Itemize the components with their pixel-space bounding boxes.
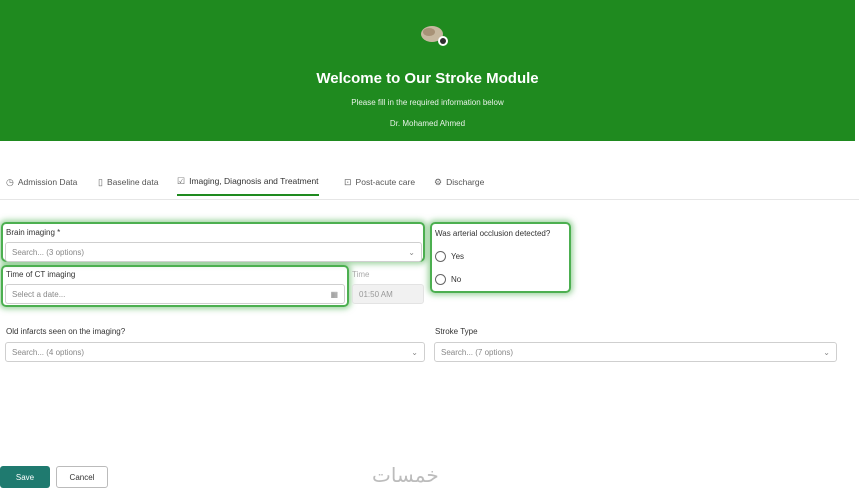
tab-imaging-diagnosis-treatment[interactable]: ☑ Imaging, Diagnosis and Treatment <box>177 168 319 196</box>
checklist-icon: ☑ <box>177 175 186 186</box>
clock-icon: ◷ <box>6 176 14 187</box>
radio-circle[interactable] <box>435 274 446 285</box>
old-infarcts-placeholder: Search... (4 options) <box>12 347 85 357</box>
lock-icon: ⊡ <box>344 176 352 187</box>
tab-divider <box>0 199 859 200</box>
radio-yes[interactable]: Yes <box>435 251 464 262</box>
chevron-down-icon: ⌄ <box>411 347 418 357</box>
settings-icon: ⚙ <box>434 176 443 187</box>
tab-label: Admission Data <box>17 177 78 187</box>
time-ct-label: Time of CT imaging <box>6 270 76 279</box>
brain-imaging-label: Brain imaging * <box>6 228 61 237</box>
tab-post-acute-care[interactable]: ⊡ Post-acute care <box>344 168 415 196</box>
calendar-icon[interactable]: ▦ <box>330 290 338 299</box>
brain-imaging-select[interactable]: Search... (3 options) ⌄ <box>5 242 422 262</box>
tab-label: Post-acute care <box>355 177 416 187</box>
tab-baseline-data[interactable]: ▯ Baseline data <box>98 168 158 196</box>
radio-circle[interactable] <box>435 251 446 262</box>
page-subtitle: Please fill in the required information … <box>351 98 504 107</box>
chevron-down-icon: ⌄ <box>823 347 830 357</box>
old-infarcts-select[interactable]: Search... (4 options) ⌄ <box>5 342 425 362</box>
brain-logo-icon <box>421 26 448 46</box>
cancel-button[interactable]: Cancel <box>56 466 108 488</box>
time-value: 01:50 AM <box>359 289 393 299</box>
chevron-down-icon: ⌄ <box>408 247 415 257</box>
user-name: Dr. Mohamed Ahmed <box>389 119 466 128</box>
time-input[interactable]: 01:50 AM <box>352 284 424 304</box>
stroke-type-label: Stroke Type <box>435 327 478 336</box>
tab-label: Imaging, Diagnosis and Treatment <box>189 176 319 186</box>
time-label: Time <box>352 270 370 279</box>
stroke-type-placeholder: Search... (7 options) <box>441 347 514 357</box>
radio-no[interactable]: No <box>435 274 461 285</box>
radio-no-label: No <box>451 275 462 284</box>
time-ct-date-input[interactable]: Select a date... ▦ <box>5 284 345 304</box>
radio-yes-label: Yes <box>451 252 465 261</box>
arterial-occlusion-label: Was arterial occlusion detected? <box>435 229 551 238</box>
time-ct-placeholder: Select a date... <box>12 289 66 299</box>
watermark-logo: خمسات <box>372 463 439 487</box>
brain-imaging-placeholder: Search... (3 options) <box>12 247 85 257</box>
page-title: Welcome to Our Stroke Module <box>316 70 539 87</box>
stroke-type-select[interactable]: Search... (7 options) ⌄ <box>434 342 837 362</box>
tab-label: Discharge <box>446 177 485 187</box>
tab-bar: ◷ Admission Data ▯ Baseline data ☑ Imagi… <box>0 168 859 198</box>
document-icon: ▯ <box>98 176 103 187</box>
tab-discharge[interactable]: ⚙ Discharge <box>434 168 484 196</box>
tab-label: Baseline data <box>106 177 159 187</box>
save-button[interactable]: Save <box>0 466 50 488</box>
header-banner: Welcome to Our Stroke Module Please fill… <box>0 0 855 141</box>
old-infarcts-label: Old infarcts seen on the imaging? <box>6 327 126 336</box>
tab-admission-data[interactable]: ◷ Admission Data <box>6 168 77 196</box>
